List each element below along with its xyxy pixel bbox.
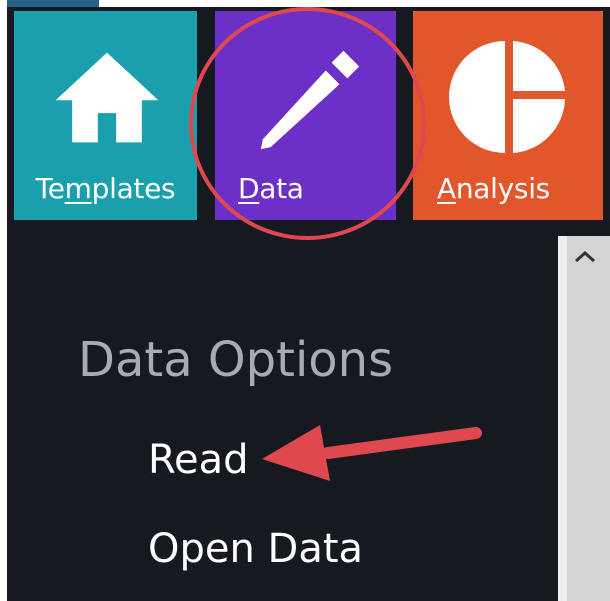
scrollbar-track[interactable]: [558, 236, 567, 601]
pencil-icon: [260, 50, 360, 150]
home-icon: [55, 52, 159, 143]
data-tile-label: Data: [238, 172, 304, 205]
read-menu-item[interactable]: Read: [148, 434, 249, 486]
window-corner-accent: [7, 0, 99, 7]
data-tile-button[interactable]: Data: [215, 11, 396, 220]
analysis-tile-label: Analysis: [437, 172, 550, 205]
side-panel: [567, 236, 610, 601]
templates-tile-label: Templates: [35, 172, 176, 205]
data-options-heading: Data Options: [78, 332, 394, 388]
screenshot-frame: Templates Data Analysis Data Options Rea…: [0, 0, 610, 601]
analysis-tile-button[interactable]: Analysis: [413, 11, 603, 220]
open-data-menu-item[interactable]: Open Data: [148, 523, 363, 575]
pie-chart-icon: [449, 41, 565, 153]
templates-tile-button[interactable]: Templates: [14, 11, 197, 220]
scroll-up-chevron-icon[interactable]: [570, 246, 600, 268]
